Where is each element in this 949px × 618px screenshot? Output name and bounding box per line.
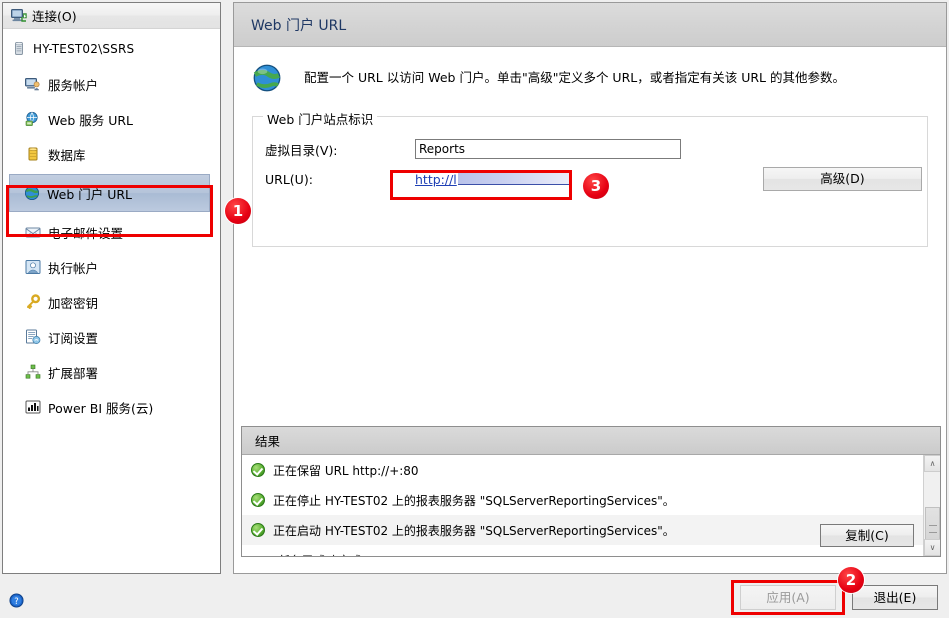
sidebar-item-subscription-settings[interactable]: 订阅设置: [3, 322, 220, 352]
sidebar-item-label: 扩展部署: [48, 365, 99, 381]
encryption-key-icon: [25, 294, 41, 310]
main-content-panel: Web 门户 URL 配置一个 URL 以访问 Web 门户。单击"高级"定义多…: [233, 2, 947, 574]
scroll-up-button[interactable]: ∧: [924, 455, 940, 472]
page-title: Web 门户 URL: [251, 17, 347, 34]
connect-computer-icon: [11, 8, 27, 24]
svg-text:?: ?: [14, 596, 18, 606]
connect-label: 连接(O): [32, 9, 77, 24]
database-icon: [25, 146, 41, 162]
power-bi-icon: [25, 399, 41, 415]
tree-root-node[interactable]: HY-TEST02\SSRS: [3, 39, 220, 59]
result-text: 正在停止 HY-TEST02 上的报表服务器 "SQLServerReporti…: [273, 493, 675, 508]
result-text: 正在启动 HY-TEST02 上的报表服务器 "SQLServerReporti…: [273, 523, 675, 538]
advanced-button[interactable]: 高级(D): [763, 167, 922, 191]
sidebar-item-web-service-url[interactable]: Web 服务 URL: [3, 104, 220, 134]
sidebar-item-label: Web 服务 URL: [48, 112, 133, 128]
result-text: 正在保留 URL http://+:80: [273, 463, 419, 478]
success-check-icon: [251, 523, 265, 537]
connect-toolbar[interactable]: 连接(O): [3, 3, 220, 29]
sidebar-item-label: 电子邮件设置: [48, 225, 124, 241]
sidebar-item-encryption-keys[interactable]: 加密密钥: [3, 287, 220, 317]
sidebar-item-label: 数据库: [48, 147, 86, 163]
scroll-down-button[interactable]: ∨: [924, 539, 940, 556]
web-service-url-icon: [25, 111, 41, 127]
sidebar-item-power-bi-service[interactable]: Power BI 服务(云): [3, 392, 220, 422]
sidebar-item-service-account[interactable]: 服务帐户: [3, 69, 220, 99]
help-question-icon[interactable]: ?: [9, 593, 24, 608]
result-row: 正在停止 HY-TEST02 上的报表服务器 "SQLServerReporti…: [242, 485, 940, 515]
page-description-row: 配置一个 URL 以访问 Web 门户。单击"高级"定义多个 URL，或者指定有…: [234, 47, 946, 100]
url-value-container: http://l: [415, 170, 585, 188]
sidebar-item-label: 订阅设置: [48, 330, 99, 346]
virtual-directory-label: 虚拟目录(V):: [265, 142, 338, 158]
success-check-icon: [251, 493, 265, 507]
page-header: Web 门户 URL: [234, 3, 946, 47]
results-scrollbar[interactable]: ∧ ∨: [923, 455, 940, 556]
sidebar-item-label: 加密密钥: [48, 295, 99, 311]
sidebar-item-scale-out-deployment[interactable]: 扩展部署: [3, 357, 220, 387]
results-header: 结果: [242, 427, 940, 455]
service-account-icon: [25, 76, 41, 92]
result-row: 正在保留 URL http://+:80: [242, 455, 940, 485]
sidebar-item-web-portal-url[interactable]: Web 门户 URL: [9, 174, 210, 212]
sidebar-item-database[interactable]: 数据库: [3, 139, 220, 169]
subscription-icon: [25, 329, 41, 345]
result-text: 任务已成功完成。: [278, 552, 374, 557]
apply-button[interactable]: 应用(A): [740, 585, 836, 610]
success-check-icon: [251, 463, 265, 477]
globe-icon: [252, 63, 282, 96]
results-list: 正在保留 URL http://+:80 正在停止 HY-TEST02 上的报表…: [242, 455, 940, 556]
url-label: URL(U):: [265, 171, 313, 187]
copy-button[interactable]: 复制(C): [820, 524, 914, 547]
scale-out-icon: [25, 364, 41, 380]
sidebar-item-email-settings[interactable]: 电子邮件设置: [3, 217, 220, 247]
sidebar-item-label: 服务帐户: [48, 77, 99, 93]
sidebar-item-label: Web 门户 URL: [47, 186, 132, 202]
groupbox-title: Web 门户站点标识: [263, 109, 378, 128]
virtual-directory-row: 虚拟目录(V):: [265, 139, 915, 159]
page-description: 配置一个 URL 以访问 Web 门户。单击"高级"定义多个 URL，或者指定有…: [304, 70, 845, 85]
execution-account-icon: [25, 259, 41, 275]
sidebar-item-execution-account[interactable]: 执行帐户: [3, 252, 220, 282]
sidebar-panel: 连接(O) HY-TEST02\SSRS 服务帐户 Web 服务 URL 数据库…: [2, 2, 221, 574]
virtual-directory-input[interactable]: [415, 139, 681, 159]
email-settings-icon: [25, 224, 41, 240]
connection-tree: HY-TEST02\SSRS 服务帐户 Web 服务 URL 数据库 Web 门…: [3, 29, 220, 572]
web-portal-site-identification-group: Web 门户站点标识 虚拟目录(V): URL(U): http://l 高级(…: [252, 109, 928, 247]
sidebar-item-label: 执行帐户: [48, 260, 99, 276]
sidebar-item-label: Power BI 服务(云): [48, 400, 154, 416]
tree-root-label: HY-TEST02\SSRS: [33, 42, 135, 56]
results-panel: 结果 正在保留 URL http://+:80 正在停止 HY-TEST02 上…: [241, 426, 941, 557]
results-header-label: 结果: [255, 434, 281, 449]
url-link[interactable]: http://l: [415, 172, 457, 187]
web-portal-globe-icon: [24, 185, 40, 201]
ssrs-configuration-manager-window: 连接(O) HY-TEST02\SSRS 服务帐户 Web 服务 URL 数据库…: [0, 0, 949, 618]
url-redacted-blur: [457, 173, 572, 185]
server-icon: [11, 41, 27, 57]
exit-button[interactable]: 退出(E): [852, 585, 938, 610]
